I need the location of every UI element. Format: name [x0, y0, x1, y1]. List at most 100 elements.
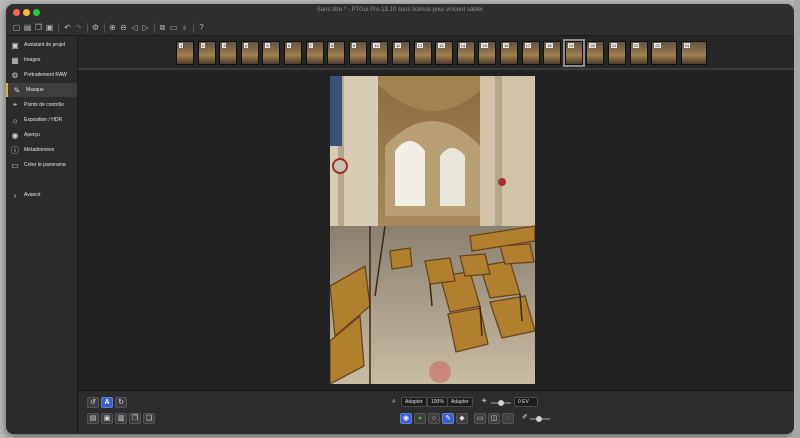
thumbnail[interactable]: 9 — [348, 41, 367, 65]
wizard-icon: ▣ — [11, 40, 19, 50]
zoom-icon: ⌕ — [392, 398, 396, 405]
save-icon[interactable]: ▣ — [44, 22, 55, 33]
exposure-value[interactable]: 0 EV — [514, 397, 538, 407]
exposure-slider-knob[interactable] — [498, 400, 504, 406]
thumbnail[interactable]: 22 — [629, 41, 648, 65]
thumbnail-number: 18 — [546, 43, 553, 48]
thumbnail-number: 12 — [416, 43, 424, 48]
next-icon[interactable]: ▷ — [140, 22, 151, 33]
brush-size-slider-knob[interactable] — [536, 416, 542, 422]
redo-icon[interactable]: ↷ — [73, 22, 84, 33]
thumbnail-number: 11 — [395, 43, 402, 48]
thumbnail[interactable]: 6 — [284, 41, 302, 65]
thumbnail-number: 24 — [683, 43, 691, 48]
panorama-icon: ▭ — [11, 160, 19, 170]
sidebar: ▣ Assistant de projet ▦ Images ⚙ Prétrai… — [6, 36, 78, 434]
main-toolbar: ▢ ▤ ❐ ▣ ↶ ↷ ⚙ ⊕ ⊖ ◁ ▷ ⧉ ▭ ♁ ? — [6, 20, 794, 36]
thumbnail[interactable]: 19 — [562, 39, 585, 67]
title-bar: Sans titre * - PTGui Pro 13.10 sous lice… — [6, 4, 794, 20]
sidebar-item-exposure[interactable]: ☼ Exposition / HDR — [6, 113, 77, 127]
thumbnail-number: 10 — [373, 43, 380, 48]
sidebar-item-advanced[interactable]: › Avancé — [6, 188, 77, 202]
save-mask-icon[interactable]: ▣ — [101, 413, 113, 424]
info-icon: ⓘ — [11, 145, 19, 155]
rotate-left-icon[interactable]: ↺ — [87, 397, 99, 408]
open-icon[interactable]: ▤ — [22, 22, 33, 33]
paste-mask-icon[interactable]: ❏ — [143, 413, 155, 424]
window-title: Sans titre * - PTGui Pro 13.10 sous lice… — [316, 7, 484, 13]
split-view-icon[interactable]: ◫ — [488, 413, 500, 424]
sidebar-item-assistant[interactable]: ▣ Assistant de projet — [6, 38, 77, 52]
undo-icon[interactable]: ↶ — [62, 22, 73, 33]
thumbnail[interactable]: 10 — [370, 41, 389, 65]
thumbnail[interactable]: 17 — [521, 41, 540, 65]
sidebar-item-mask[interactable]: ✎ Masque — [6, 83, 77, 97]
help-icon[interactable]: ? — [196, 22, 207, 33]
panorama-view-icon[interactable]: ▭ — [168, 22, 179, 33]
brush-icon: ✎ — [13, 85, 21, 95]
crop-icon[interactable]: ⧉ — [157, 22, 168, 33]
thumbnail-number: 8 — [330, 43, 335, 48]
copy-mask-icon[interactable]: ❐ — [129, 413, 141, 424]
church-photo — [330, 76, 535, 384]
thumbnail[interactable]: 2 — [197, 41, 216, 65]
sidebar-item-metadata[interactable]: ⓘ Métadonnées — [6, 143, 77, 157]
keep-mask-icon[interactable]: ● — [414, 413, 426, 424]
zoom-select[interactable]: Adapter — [401, 397, 427, 407]
thumbnail[interactable]: 21 — [608, 41, 626, 65]
thumbnail-number: 5 — [265, 43, 270, 48]
thumbnail[interactable]: 8 — [327, 41, 346, 65]
trash-icon[interactable]: ▥ — [115, 413, 127, 424]
copy-icon[interactable]: ❐ — [33, 22, 44, 33]
eyedropper-icon[interactable]: ⁄ — [502, 413, 514, 424]
thumbnail[interactable]: 12 — [413, 41, 432, 65]
clear-mask-icon[interactable]: ○ — [428, 413, 440, 424]
rect-select-icon[interactable]: ▭ — [474, 413, 486, 424]
zoom-fit-button[interactable]: Adapter — [447, 397, 473, 407]
thumbnail-number: 22 — [632, 43, 640, 48]
sidebar-item-create-panorama[interactable]: ▭ Créer le panorama — [6, 158, 77, 172]
brush-mode-icon[interactable]: ◉ — [400, 413, 412, 424]
source-image[interactable] — [330, 76, 535, 384]
fill-icon[interactable]: ◆ — [456, 413, 468, 424]
folder-icon[interactable]: ▤ — [87, 413, 99, 424]
thumbnail-number: 1 — [179, 43, 184, 48]
thumbnail[interactable]: 4 — [240, 41, 259, 65]
zoom-out-icon[interactable]: ⊖ — [118, 22, 129, 33]
thumbnail[interactable]: 3 — [219, 41, 238, 65]
sidebar-item-control-points[interactable]: ⌖ Points de contrôle — [6, 98, 77, 112]
thumbnail-number: 9 — [351, 43, 357, 48]
chevron-icon: › — [13, 190, 17, 200]
thumbnail-number: 20 — [589, 43, 596, 48]
thumbnail-number: 4 — [243, 43, 249, 48]
thumbnail[interactable]: 16 — [500, 41, 518, 65]
thumbnail[interactable]: 18 — [543, 41, 562, 65]
sidebar-item-images[interactable]: ▦ Images — [6, 53, 77, 67]
zoom-in-icon[interactable]: ⊕ — [107, 22, 118, 33]
bottom-toolbar: ↺ A ↻ ▤ ▣ ▥ ❐ ❏ ⌕ Adapter 100% Adapter ☀… — [78, 390, 794, 434]
thumbnail[interactable]: 5 — [262, 41, 281, 65]
sidebar-item-raw[interactable]: ⚙ Prétraitement RAW — [6, 68, 77, 82]
paint-icon[interactable]: ✎ — [442, 413, 454, 424]
new-project-icon[interactable]: ▢ — [11, 22, 22, 33]
auto-mask-button[interactable]: A — [101, 397, 113, 408]
thumbnail[interactable]: 15 — [478, 41, 497, 65]
thumbnail[interactable]: 1 — [176, 41, 194, 65]
thumbnail[interactable]: 20 — [586, 41, 605, 65]
thumbnail-number: 7 — [308, 43, 313, 48]
zoom-percent[interactable]: 100% — [427, 397, 448, 407]
sun-small-icon: ☀ — [481, 398, 488, 405]
mask-canvas[interactable] — [78, 72, 794, 434]
settings-icon[interactable]: ⚙ — [90, 22, 101, 33]
sidebar-item-preview[interactable]: ◉ Aperçu — [6, 128, 77, 142]
thumbnail[interactable]: 13 — [435, 41, 454, 65]
marker-icon[interactable]: ♁ — [179, 22, 190, 33]
rotate-right-icon[interactable]: ↻ — [115, 397, 127, 408]
thumbnail[interactable]: 14 — [456, 41, 475, 65]
thumbnail[interactable]: 11 — [392, 41, 410, 65]
desktop-edge — [794, 0, 800, 438]
thumbnail[interactable]: 7 — [305, 41, 324, 65]
prev-icon[interactable]: ◁ — [129, 22, 140, 33]
thumbnail[interactable]: 23 — [651, 41, 678, 65]
thumbnail[interactable]: 24 — [680, 41, 707, 65]
